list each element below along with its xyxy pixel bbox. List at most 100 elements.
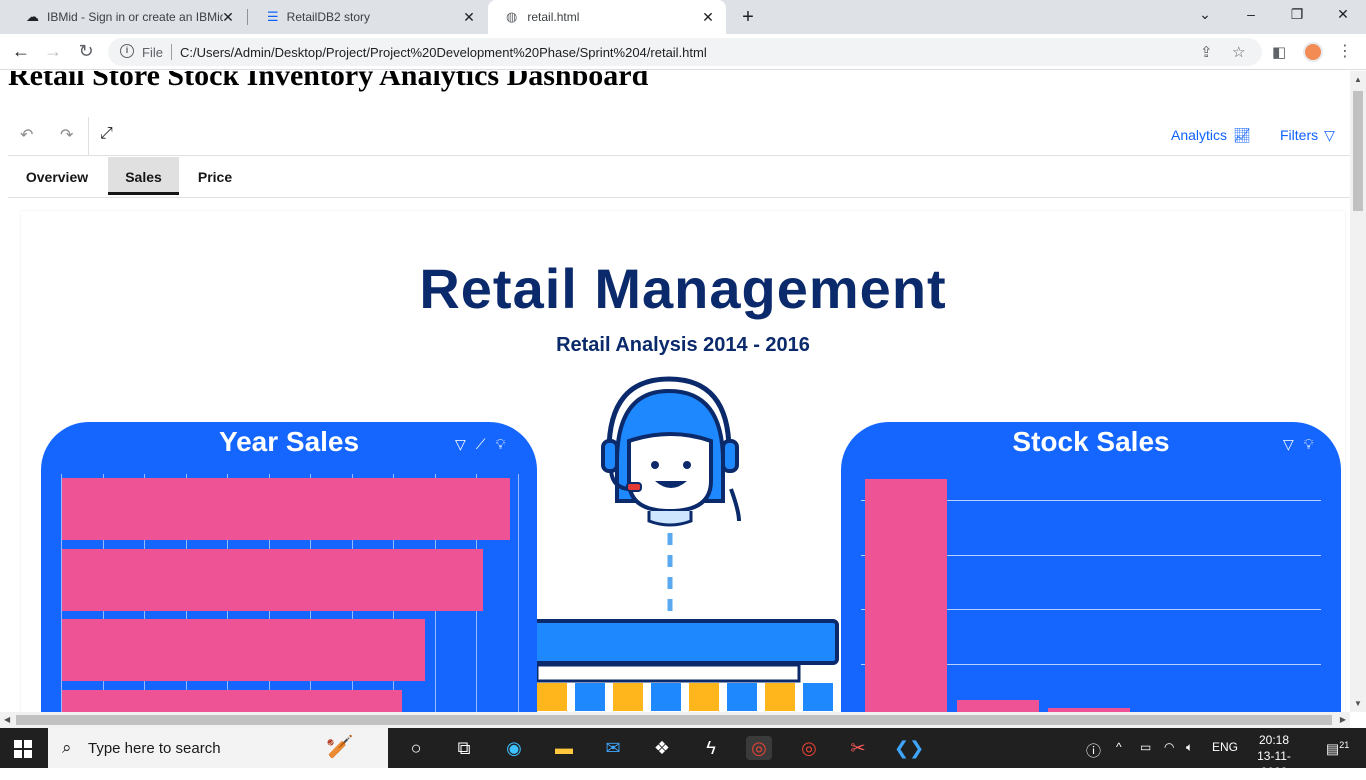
close-icon[interactable]: ✕ (220, 9, 236, 25)
expand-icon[interactable]: ⤢ (100, 125, 113, 143)
line-chart-icon[interactable]: ⟋ (476, 436, 486, 452)
bookmark-star-icon[interactable]: ☆ (1232, 43, 1245, 61)
wifi-icon[interactable]: ◠ (1164, 740, 1174, 754)
stock-sales-title: Stock Sales (1012, 426, 1170, 457)
filter-icon: ▽ (1324, 127, 1335, 143)
profile-avatar[interactable] (1303, 42, 1323, 62)
edge-icon[interactable]: ◉ (501, 736, 527, 760)
close-icon[interactable]: ✕ (461, 9, 477, 25)
tab-overview[interactable]: Overview (8, 157, 106, 195)
lightbulb-icon[interactable]: 💡︎ (1304, 436, 1314, 452)
cricket-doodle-icon: 🏏 (326, 734, 354, 759)
new-tab-button[interactable]: + (738, 6, 758, 29)
customer-support-illustration (531, 376, 839, 711)
info-icon[interactable]: i (120, 44, 134, 58)
globe-icon: ◍ (506, 9, 518, 24)
dropbox-icon[interactable]: ❖ (649, 736, 675, 760)
tab-title: retail.html (527, 10, 580, 24)
window-close-button[interactable]: ✕ (1333, 6, 1353, 23)
omnibox[interactable]: i File C:/Users/Admin/Desktop/Project/Pr… (108, 38, 1262, 66)
chrome-profile-icon[interactable]: ◎ (796, 736, 822, 760)
forward-arrow-icon[interactable]: → (42, 41, 64, 62)
filter-icon[interactable]: ▽ (1283, 436, 1294, 452)
dashboard-toolbar: ↶ ↷ ⤢ Analytics 📈︎ Filters ▽ (8, 114, 1350, 156)
scroll-thumb[interactable] (16, 715, 1332, 725)
line-chart-icon: 📈︎ (1233, 127, 1251, 143)
tab-separator (247, 9, 248, 25)
stock-sales-bar[interactable] (956, 700, 1039, 712)
filter-icon[interactable]: ▽ (455, 436, 466, 452)
back-arrow-icon[interactable]: ← (10, 41, 32, 62)
mail-icon[interactable]: ✉ (600, 736, 626, 760)
browser-tab-ibmid[interactable]: ☁ IBMid - Sign in or create an IBMid ✕ (8, 0, 246, 34)
story-icon: ☰ (267, 9, 279, 24)
vscode-icon[interactable]: ❮❯ (894, 736, 924, 760)
ibm-cloud-icon: ☁ (26, 9, 39, 24)
stock-sales-card[interactable]: Stock Sales ▽ 💡︎ (841, 422, 1341, 712)
scroll-right-arrow-icon[interactable]: ▶ (1340, 715, 1346, 724)
toolbar-divider (88, 117, 89, 155)
page-viewport: Retail Store Stock Inventory Analytics D… (0, 71, 1350, 712)
lightbulb-icon[interactable]: 💡︎ (496, 436, 506, 452)
redo-icon[interactable]: ↷ (60, 125, 73, 145)
scroll-left-arrow-icon[interactable]: ◀ (4, 715, 10, 724)
scroll-thumb[interactable] (1353, 91, 1363, 211)
minimize-button[interactable]: – (1241, 6, 1261, 22)
kebab-menu-icon[interactable]: ⋮ (1337, 41, 1353, 61)
notification-count: 21 (1339, 740, 1350, 750)
year-sales-bar[interactable] (62, 548, 484, 611)
hero-title: Retail Management (419, 257, 947, 320)
power-automate-icon[interactable]: ϟ (698, 736, 724, 760)
tab-sales[interactable]: Sales (108, 157, 179, 195)
side-panel-icon[interactable]: ◧ (1272, 43, 1286, 61)
battery-icon[interactable]: ▭ (1140, 740, 1151, 754)
taskbar-search-box[interactable]: ⌕ Type here to search 🏏 (48, 728, 388, 768)
dashboard-tabs: Overview Sales Price (8, 157, 1350, 198)
help-icon[interactable]: ⓘ (1086, 740, 1101, 761)
stock-sales-bar[interactable] (865, 479, 947, 712)
scroll-up-arrow-icon[interactable]: ▲ (1354, 75, 1362, 84)
notification-icon[interactable]: ▤21 (1326, 740, 1349, 758)
browser-tab-retail-html[interactable]: ◍ retail.html ✕ (488, 0, 726, 34)
hero-subtitle: Retail Analysis 2014 - 2016 (556, 334, 810, 356)
year-sales-bar[interactable] (62, 619, 425, 681)
year-sales-tools: ▽ ⟋ 💡︎ (445, 436, 505, 453)
windows-start-icon[interactable] (14, 740, 32, 758)
tab-price[interactable]: Price (181, 157, 249, 195)
filters-label: Filters (1280, 127, 1319, 143)
scroll-down-arrow-icon[interactable]: ▼ (1354, 699, 1362, 708)
snipping-tool-icon[interactable]: ✂ (845, 736, 871, 760)
volume-icon[interactable]: 🔈︎ (1186, 740, 1193, 755)
scheme-label: File (142, 45, 163, 60)
task-view-icon[interactable]: ⧉ (451, 736, 477, 760)
tab-title: RetailDB2 story (286, 10, 371, 24)
clock-date: 13-11-2022 (1257, 749, 1291, 779)
stock-sales-tools: ▽ 💡︎ (1273, 436, 1314, 453)
chrome-icon[interactable]: ◎ (746, 736, 772, 760)
tab-search-chevron-icon[interactable]: ⌄ (1195, 6, 1215, 23)
restore-button[interactable]: ❐ (1287, 6, 1307, 23)
vertical-scrollbar[interactable]: ▲ ▼ (1350, 71, 1366, 712)
filters-button[interactable]: Filters ▽ (1280, 127, 1335, 144)
browser-tab-retaildb2-story[interactable]: ☰ RetailDB2 story ✕ (249, 0, 487, 34)
undo-icon[interactable]: ↶ (20, 125, 33, 145)
share-icon[interactable]: ⇪ (1200, 43, 1213, 61)
reload-icon[interactable]: ↻ (75, 41, 97, 62)
search-placeholder: Type here to search (88, 740, 221, 757)
url-text[interactable]: C:/Users/Admin/Desktop/Project/Project%2… (180, 45, 707, 60)
analytics-label: Analytics (1171, 127, 1228, 143)
year-sales-card[interactable]: Year Sales ▽ ⟋ 💡︎ (41, 422, 537, 712)
chevron-up-icon[interactable]: ^ (1116, 740, 1122, 754)
year-sales-bar[interactable] (62, 689, 403, 712)
clock[interactable]: 20:18 13-11-2022 (1244, 732, 1304, 780)
horizontal-scrollbar[interactable]: ◀ ▶ (0, 712, 1350, 728)
file-explorer-icon[interactable]: ▬ (551, 736, 577, 760)
clock-time: 20:18 (1258, 733, 1290, 747)
analytics-button[interactable]: Analytics 📈︎ (1171, 127, 1251, 144)
language-indicator[interactable]: ENG (1212, 740, 1238, 754)
cortana-icon[interactable]: ○ (403, 736, 429, 760)
omnibox-separator (171, 44, 172, 60)
year-sales-bar[interactable] (62, 478, 510, 540)
tab-title: IBMid - Sign in or create an IBMid (47, 10, 223, 24)
close-icon[interactable]: ✕ (700, 9, 716, 25)
